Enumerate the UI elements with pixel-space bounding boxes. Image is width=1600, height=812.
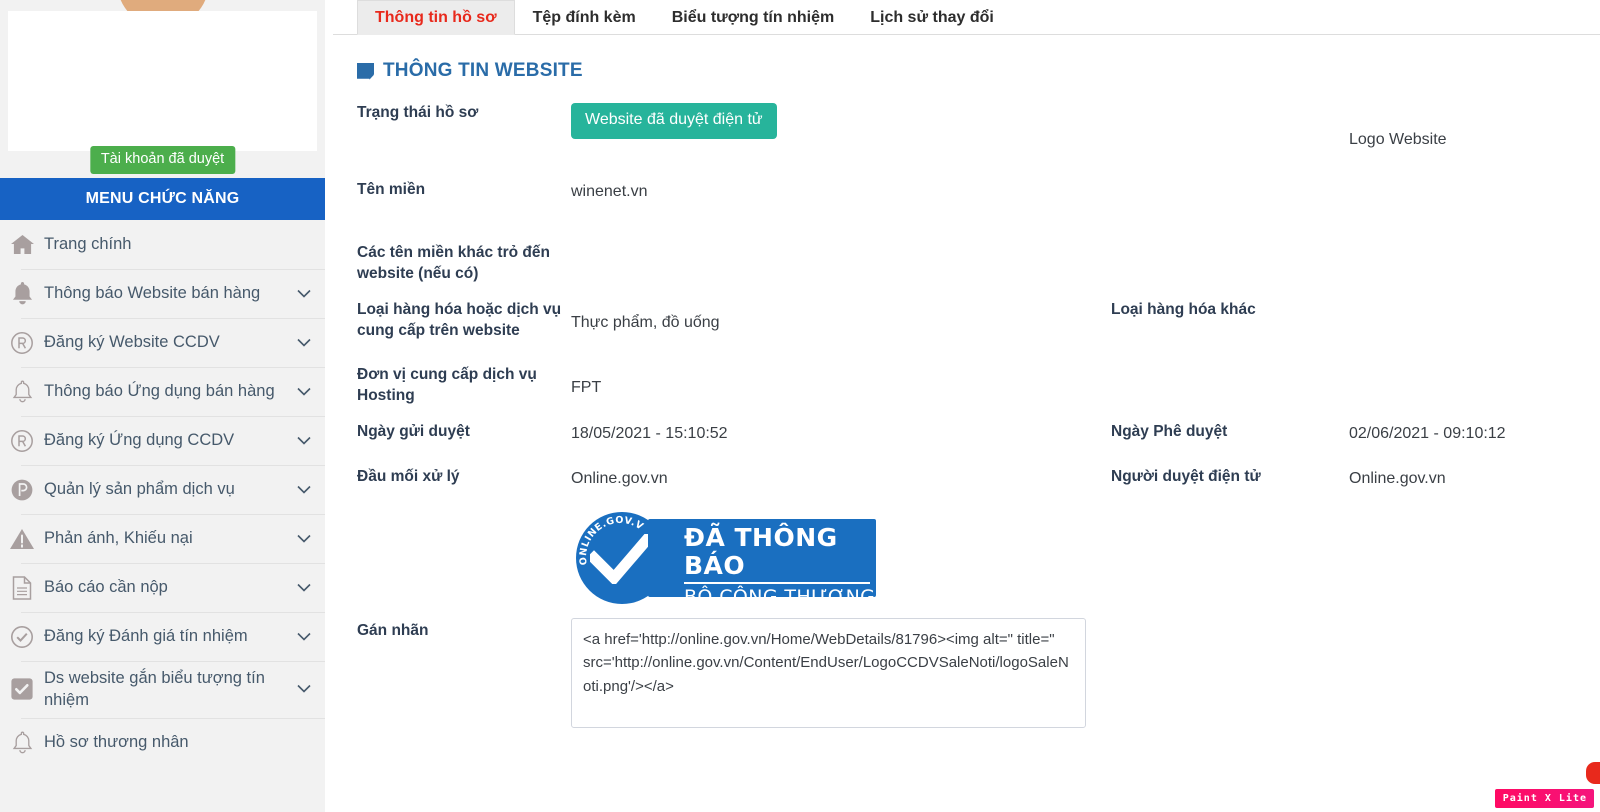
row-status: Trạng thái hồ sơ Website đã duyệt điện t…	[333, 98, 1600, 180]
chevron-down-icon[interactable]	[297, 632, 311, 641]
p-circle-icon	[0, 478, 44, 502]
chevron-down-icon[interactable]	[297, 685, 311, 694]
status-value-cell: Website đã duyệt điện tử	[571, 103, 1111, 139]
tab-tep-dinh-kem[interactable]: Tệp đính kèm	[515, 0, 654, 34]
sidebar-item-bao-cao-can-nop[interactable]: Báo cáo cần nộp	[0, 563, 325, 612]
main-content: Thông tin hồ sơ Tệp đính kèm Biểu tượng …	[333, 0, 1600, 812]
approver-value: Online.gov.vn	[1349, 470, 1446, 487]
status-label: Trạng thái hồ sơ	[357, 104, 479, 121]
sidebar-item-phan-anh-khieu-nai[interactable]: Phản ánh, Khiếu nại	[0, 514, 325, 563]
sidebar-item-ho-so-thuong-nhan[interactable]: Hồ sơ thương nhân	[0, 717, 325, 767]
chevron-down-icon[interactable]	[297, 338, 311, 347]
registered-icon	[0, 429, 44, 453]
status-badge[interactable]: Website đã duyệt điện tử	[571, 103, 777, 139]
approved-date-label: Ngày Phê duyệt	[1111, 423, 1228, 440]
row-gan-nhan: Gán nhãn ONLINE.GOV.VN	[333, 512, 1600, 733]
sidebar-item-label: Thông báo Website bán hàng	[44, 284, 261, 303]
row-hosting: Đơn vị cung cấp dịch vụ Hosting FPT	[333, 365, 1600, 422]
sidebar-item-label: Thông báo Ứng dụng bán hàng	[44, 382, 275, 401]
paint-x-lite-watermark: Paint X Lite	[1494, 789, 1594, 808]
document-icon	[0, 575, 44, 600]
logo-website-label: Logo Website	[1349, 131, 1447, 148]
chevron-down-icon[interactable]	[297, 583, 311, 592]
sent-date-label: Ngày gửi duyệt	[357, 423, 470, 440]
sidebar-item-thong-bao-ung-dung-ban-hang[interactable]: Thông báo Ứng dụng bán hàng	[0, 367, 325, 416]
sidebar-item-trang-chinh[interactable]: Trang chính	[0, 220, 325, 269]
sidebar-item-label: Báo cáo cần nộp	[44, 578, 168, 597]
cert-bar: ĐÃ THÔNG BÁO BỘ CÔNG THƯƠNG	[648, 519, 876, 607]
gan-nhan-code-textarea[interactable]: <a href='http://online.gov.vn/Home/WebDe…	[571, 618, 1086, 728]
account-status-badge: Tài khoản đã duyệt	[89, 146, 236, 174]
gan-nhan-label: Gán nhãn	[357, 622, 429, 639]
sidebar-item-thong-bao-website-ban-hang[interactable]: Thông báo Website bán hàng	[0, 269, 325, 318]
sent-date-value: 18/05/2021 - 15:10:52	[571, 425, 728, 442]
gan-nhan-body: ONLINE.GOV.VN ĐÃ THÔNG BÁO BỘ CÔNG THƯƠN…	[571, 512, 1600, 733]
chevron-down-icon[interactable]	[297, 485, 311, 494]
profile-card	[8, 11, 317, 151]
chevron-down-icon[interactable]	[297, 387, 311, 396]
tab-bieu-tuong-tin-nhiem[interactable]: Biểu tượng tín nhiệm	[654, 0, 853, 34]
website-info-form: Trạng thái hồ sơ Website đã duyệt điện t…	[333, 82, 1600, 733]
chevron-down-icon[interactable]	[297, 436, 311, 445]
row-domain: Tên miền winenet.vn	[333, 180, 1600, 243]
section-title: THÔNG TIN WEBSITE	[333, 35, 1600, 82]
profile-tabs: Thông tin hồ sơ Tệp đính kèm Biểu tượng …	[333, 0, 1600, 35]
row-dates: Ngày gửi duyệt 18/05/2021 - 15:10:52 Ngà…	[333, 422, 1600, 467]
cert-divider	[684, 582, 870, 584]
sidebar-item-label: Đăng ký Ứng dụng CCDV	[44, 431, 235, 450]
alias-domains-label: Các tên miền khác trỏ đến website (nếu c…	[357, 244, 550, 282]
checkbox-icon	[0, 677, 44, 701]
hosting-label: Đơn vị cung cấp dịch vụ Hosting	[357, 366, 537, 404]
sidebar-item-dang-ky-website-ccdv[interactable]: Đăng ký Website CCDV	[0, 318, 325, 367]
approved-date-value: 02/06/2021 - 09:10:12	[1349, 425, 1506, 442]
handler-value: Online.gov.vn	[571, 470, 668, 487]
cert-line-2: BỘ CÔNG THƯƠNG	[684, 586, 876, 608]
menu-header: MENU CHỨC NĂNG	[0, 178, 325, 220]
domain-value: winenet.vn	[571, 183, 648, 200]
sidebar-item-quan-ly-san-pham-dich-vu[interactable]: Quản lý sản phẩm dịch vụ	[0, 465, 325, 514]
chevron-down-icon[interactable]	[297, 289, 311, 298]
handler-label: Đầu mối xử lý	[357, 468, 460, 485]
sidebar-item-dang-ky-danh-gia-tin-nhiem[interactable]: Đăng ký Đánh giá tín nhiệm	[0, 612, 325, 661]
registered-icon	[0, 331, 44, 355]
sidebar-item-dang-ky-ung-dung-ccdv[interactable]: Đăng ký Ứng dụng CCDV	[0, 416, 325, 465]
cert-badge-image: ONLINE.GOV.VN ĐÃ THÔNG BÁO BỘ CÔNG THƯƠN…	[576, 512, 876, 607]
goods-type-value: Thực phẩm, đồ uống	[571, 314, 720, 331]
approver-label: Người duyệt điện tử	[1111, 468, 1261, 485]
domain-label: Tên miền	[357, 181, 426, 198]
goods-other-label: Loại hàng hóa khác	[1111, 301, 1256, 318]
sidebar: Tài khoản đã duyệt MENU CHỨC NĂNG Trang …	[0, 0, 325, 812]
sidebar-item-label: Đăng ký Website CCDV	[44, 333, 220, 352]
note-icon	[357, 62, 374, 80]
check-circle-icon	[0, 625, 44, 649]
row-handler: Đầu mối xử lý Online.gov.vn Người duyệt …	[333, 467, 1600, 512]
sidebar-item-label: Ds website gắn biểu tượng tín nhiệm	[44, 669, 265, 710]
sidebar-item-label: Đăng ký Đánh giá tín nhiệm	[44, 627, 248, 646]
tab-thong-tin-ho-so[interactable]: Thông tin hồ sơ	[357, 0, 515, 35]
edge-tab-indicator[interactable]	[1586, 762, 1600, 784]
profile-block: Tài khoản đã duyệt	[0, 0, 325, 178]
chevron-down-icon[interactable]	[297, 534, 311, 543]
sidebar-menu: Trang chính Thông báo Website bán hàng Đ…	[0, 220, 325, 767]
bell-outline-icon	[0, 380, 44, 403]
warning-triangle-icon	[0, 528, 44, 550]
sidebar-item-label: Quản lý sản phẩm dịch vụ	[44, 480, 235, 499]
hosting-value: FPT	[571, 379, 602, 396]
sidebar-item-label: Hồ sơ thương nhân	[44, 732, 189, 751]
sidebar-item-label: Trang chính	[44, 235, 132, 254]
home-icon	[0, 234, 44, 255]
sidebar-item-label: Phản ánh, Khiếu nại	[44, 529, 193, 548]
cert-line-1: ĐÃ THÔNG BÁO	[684, 523, 838, 580]
sidebar-item-ds-website-gan-bieu-tuong-tin-nhiem[interactable]: Ds website gắn biểu tượng tín nhiệm	[0, 661, 325, 718]
tab-lich-su-thay-doi[interactable]: Lịch sử thay đổi	[852, 0, 1012, 34]
bell-filled-icon	[0, 282, 44, 305]
row-alias-domains: Các tên miền khác trỏ đến website (nếu c…	[333, 243, 1600, 300]
page-root: Tài khoản đã duyệt MENU CHỨC NĂNG Trang …	[0, 0, 1600, 812]
row-goods-type: Loại hàng hóa hoặc dịch vụ cung cấp trên…	[333, 300, 1600, 365]
section-title-text: THÔNG TIN WEBSITE	[383, 60, 583, 81]
cert-check-icon	[590, 534, 654, 584]
bell-outline-icon	[0, 731, 44, 754]
goods-type-label: Loại hàng hóa hoặc dịch vụ cung cấp trên…	[357, 301, 562, 339]
